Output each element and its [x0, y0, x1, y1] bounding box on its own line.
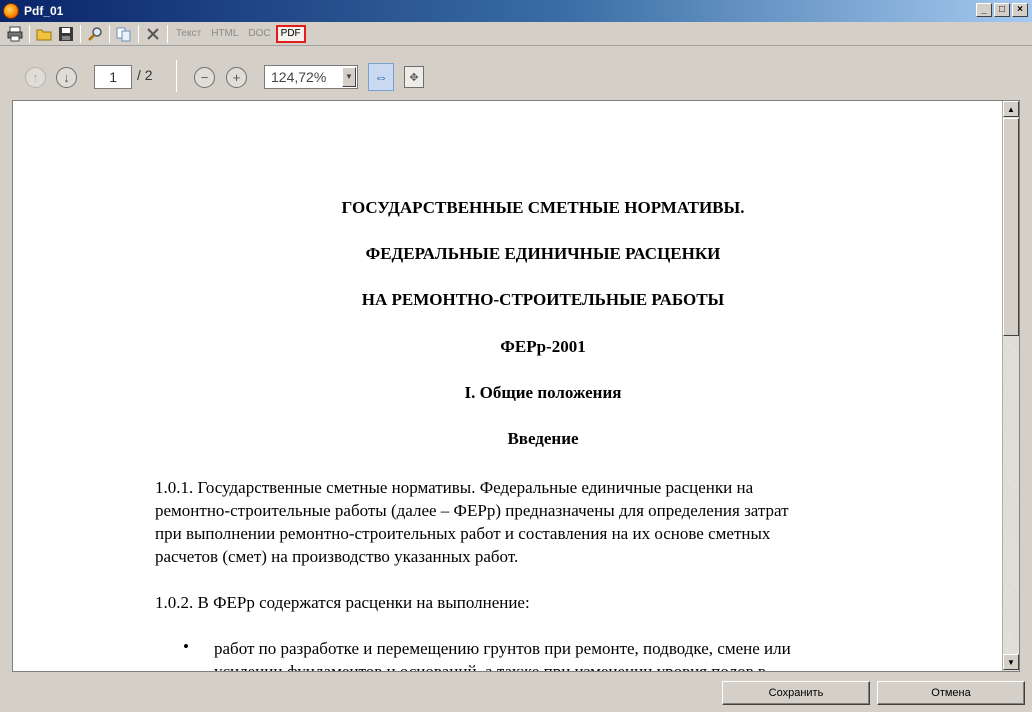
paragraph-line: 1.0.1. Государственные сметные нормативы… [155, 478, 754, 497]
document-heading: ФЕДЕРАЛЬНЫЕ ЕДИНИЧНЫЕ РАСЦЕНКИ [365, 244, 721, 263]
app-icon [3, 3, 19, 19]
paragraph-line: ремонтно-строительные работы (далее – ФЕ… [155, 501, 789, 520]
page-total: / 2 [137, 67, 153, 83]
toolbar-separator [80, 24, 81, 43]
document-heading: ФЕРр-2001 [500, 337, 586, 356]
cancel-button[interactable]: Отмена [877, 681, 1025, 705]
document-heading: НА РЕМОНТНО-СТРОИТЕЛЬНЫЕ РАБОТЫ [361, 290, 725, 309]
next-page-button[interactable]: ↓ [56, 67, 77, 88]
format-pdf-button[interactable]: PDF [275, 24, 306, 43]
paragraph-line: расчетов (смет) на производство указанны… [155, 547, 519, 566]
title-bar: Pdf_01 _ □ × [0, 0, 1032, 22]
window-controls: _ □ × [976, 3, 1028, 17]
fit-width-button[interactable]: ⇔ [368, 63, 394, 91]
bullet-icon: • [183, 637, 189, 656]
document-page: ГОСУДАРСТВЕННЫЕ СМЕТНЫЕ НОРМАТИВЫ. ФЕДЕР… [13, 101, 1003, 671]
cut-icon[interactable] [142, 24, 164, 44]
toolbar-separator [167, 24, 168, 43]
save-icon[interactable] [55, 24, 77, 44]
scroll-down-button[interactable]: ▼ [1003, 654, 1019, 670]
viewer-toolbar: ↑ ↓ 1 / 2 − + 124,72% ▼ ⇔ ✥ [0, 50, 1032, 98]
search-icon[interactable] [84, 24, 106, 44]
document-subtitle: Введение [507, 429, 579, 448]
paragraph-line: при выполнении ремонтно-строительных раб… [155, 524, 771, 543]
list-item: работ по разработке и перемещению грунто… [214, 637, 934, 671]
toolbar-separator [176, 60, 177, 92]
toolbar-separator [29, 24, 30, 43]
list-item-line: усилении фундаментов и оснований, а такж… [214, 660, 934, 671]
fit-width-icon: ⇔ [374, 69, 388, 85]
previous-page-button[interactable]: ↑ [25, 67, 46, 88]
minimize-button[interactable]: _ [976, 3, 992, 17]
scrollbar-thumb[interactable] [1003, 118, 1019, 336]
paragraph-2: 1.0.2. В ФЕРр содержатся расценки на вып… [155, 593, 530, 612]
page-number-input[interactable]: 1 [94, 65, 132, 89]
format-html-button[interactable]: HTML [206, 25, 243, 43]
fit-page-button[interactable]: ✥ [404, 66, 424, 88]
open-folder-icon[interactable] [33, 24, 55, 44]
vertical-scrollbar[interactable]: ▲ ▼ [1002, 101, 1019, 671]
toolbar-separator [109, 24, 110, 43]
close-button[interactable]: × [1012, 3, 1028, 17]
chevron-down-icon[interactable]: ▼ [342, 67, 356, 87]
scroll-up-button[interactable]: ▲ [1003, 101, 1019, 117]
minus-icon: − [200, 70, 209, 85]
save-button[interactable]: Сохранить [722, 681, 870, 705]
fit-page-icon: ✥ [409, 71, 419, 84]
document-heading: ГОСУДАРСТВЕННЫЕ СМЕТНЫЕ НОРМАТИВЫ. [341, 198, 745, 217]
document-section-title: I. Общие положения [464, 383, 622, 402]
toolbar-separator [138, 24, 139, 43]
main-toolbar: Текст HTML DOC PDF [0, 22, 1032, 46]
plus-icon: + [232, 70, 241, 85]
zoom-out-button[interactable]: − [194, 67, 215, 88]
format-doc-button[interactable]: DOC [243, 25, 275, 43]
window-title: Pdf_01 [24, 4, 64, 18]
list-item-line: работ по разработке и перемещению грунто… [214, 639, 791, 658]
paragraph-1: 1.0.1. Государственные сметные нормативы… [155, 476, 915, 568]
document-view[interactable]: ГОСУДАРСТВЕННЫЕ СМЕТНЫЕ НОРМАТИВЫ. ФЕДЕР… [12, 100, 1020, 672]
copy-icon[interactable] [113, 24, 135, 44]
zoom-value: 124,72% [271, 69, 327, 85]
arrow-up-icon: ↑ [32, 70, 39, 85]
maximize-button[interactable]: □ [994, 3, 1010, 17]
zoom-in-button[interactable]: + [226, 67, 247, 88]
zoom-select[interactable]: 124,72% ▼ [264, 65, 358, 89]
print-icon[interactable] [4, 24, 26, 44]
arrow-down-icon: ↓ [63, 70, 70, 85]
format-text-button[interactable]: Текст [171, 25, 206, 43]
